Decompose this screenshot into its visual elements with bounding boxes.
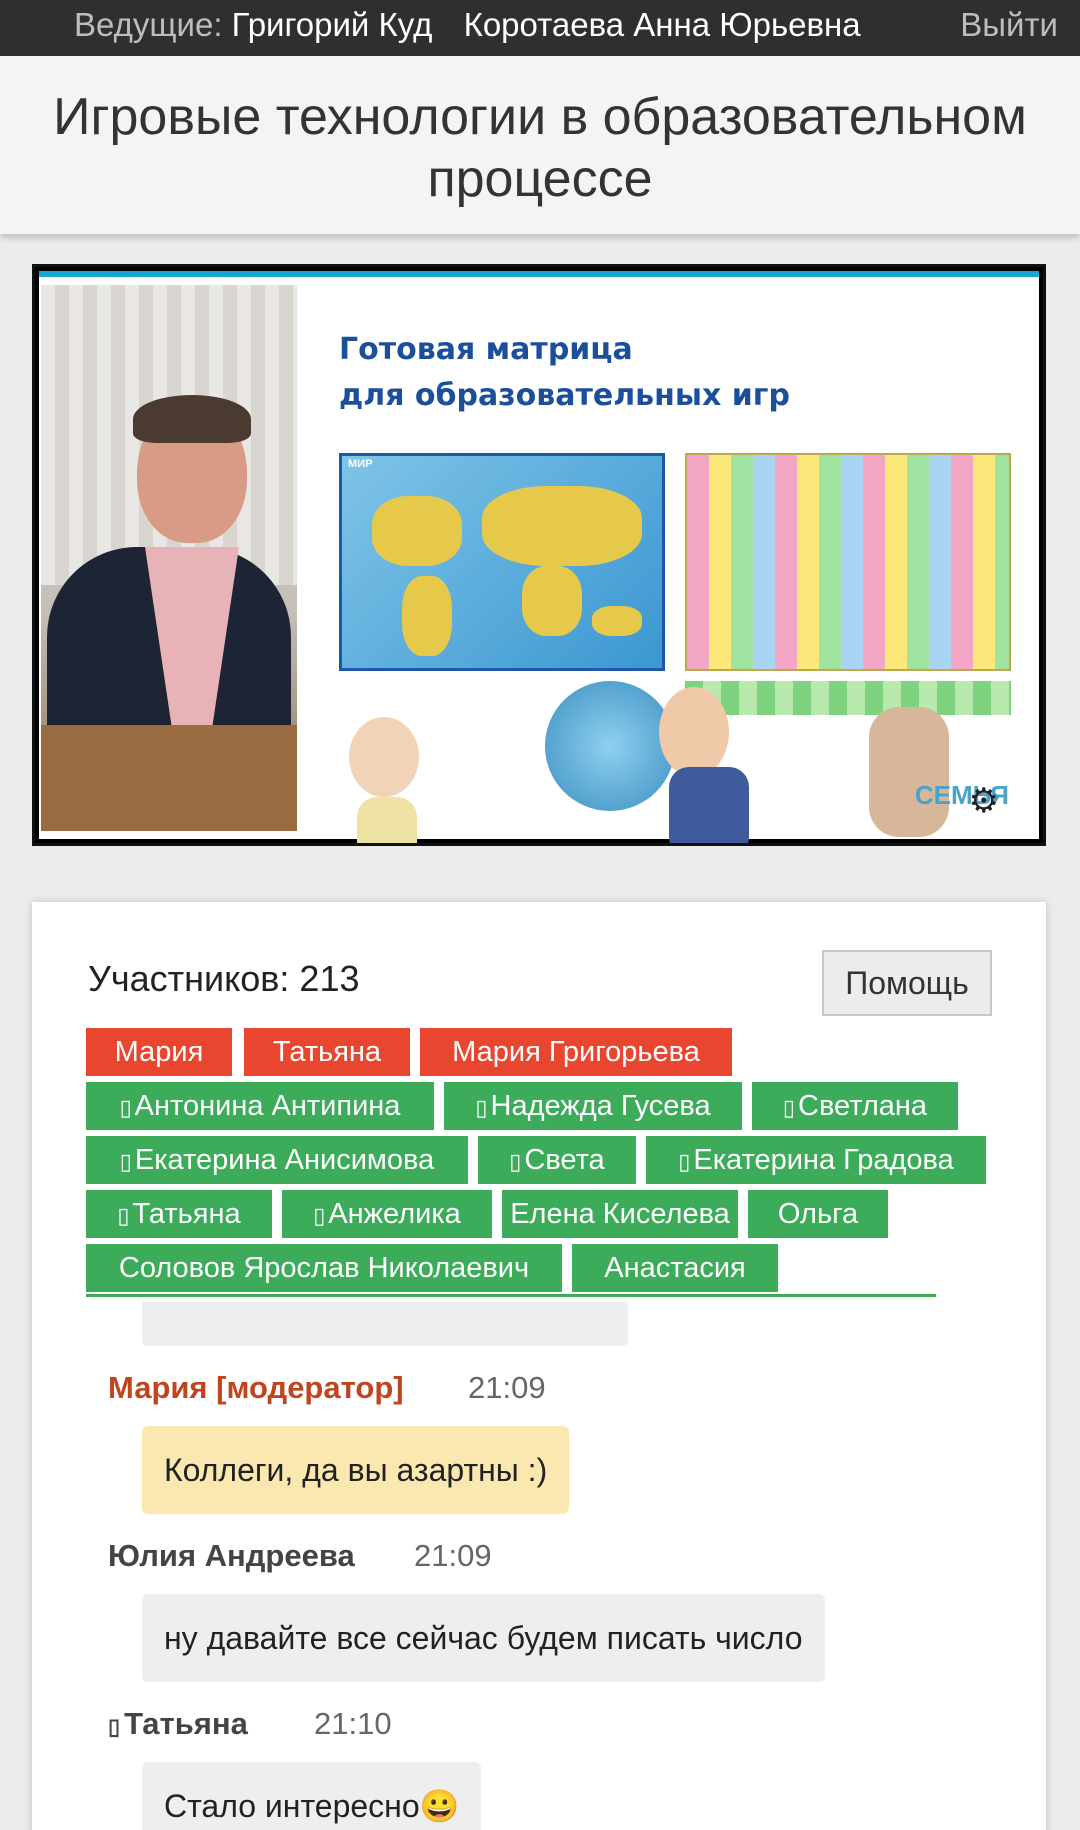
mobile-phone-icon: ▯ (509, 1149, 522, 1174)
mobile-phone-icon: ▯ (119, 1095, 132, 1120)
message-bubble: ну давайте все сейчас будем писать число (142, 1594, 825, 1682)
participant-name: Мария (114, 1036, 204, 1068)
participant-name: Анастасия (604, 1252, 746, 1284)
participant-name: Анжелика (328, 1198, 461, 1230)
mobile-phone-icon: ▯ (108, 1714, 121, 1739)
slide-title-line-1: Готовая матрица (339, 332, 633, 367)
participant-chip[interactable]: Елена Киселева (502, 1190, 738, 1238)
mobile-phone-icon: ▯ (313, 1203, 326, 1228)
participant-name: Татьяна (272, 1036, 382, 1068)
participant-name: Татьяна (132, 1198, 241, 1230)
hosts-line: Ведущие: Григорий Куд Коротаева Анна Юрь… (74, 6, 861, 44)
participant-name: Мария Григорьева (452, 1036, 700, 1068)
participant-name: Надежда Гусева (490, 1090, 711, 1122)
participant-name: Светлана (798, 1090, 928, 1122)
message-time: 21:09 (468, 1370, 546, 1405)
mobile-phone-icon: ▯ (117, 1203, 130, 1228)
periodic-table-footer (685, 681, 1011, 715)
presenter-video (41, 285, 297, 831)
participants-chat-panel: Участников: 213 Помощь Мария Татьяна Мар… (32, 902, 1046, 1830)
top-bar: Ведущие: Григорий Куд Коротаева Анна Юрь… (0, 0, 1080, 56)
message-author: Мария [модератор] (108, 1370, 404, 1405)
participant-chip[interactable]: Соловов Ярослав Николаевич (86, 1244, 562, 1292)
participant-chip[interactable]: Татьяна (244, 1028, 410, 1076)
map-label: МИР (348, 458, 373, 470)
cartoon-scientist-left (349, 717, 419, 797)
message-author: Юлия Андреева (108, 1538, 355, 1573)
participant-chip[interactable]: Мария Григорьева (420, 1028, 732, 1076)
page-title: Игровые технологии в образовательном про… (0, 56, 1080, 210)
participant-name: Соловов Ярослав Николаевич (118, 1252, 530, 1284)
globe-image (545, 681, 675, 811)
message-bubble: Стало интересно😀 (142, 1762, 482, 1830)
cartoon-professor-body (669, 767, 749, 843)
participant-name: Елена Киселева (510, 1198, 730, 1230)
mobile-phone-icon: ▯ (782, 1095, 796, 1120)
cartoon-mendeleev (869, 707, 949, 837)
page-title-line-2: процессе (427, 150, 653, 208)
chat-messages[interactable]: Мария [модератор] 21:09 Коллеги, да вы а… (32, 1302, 1046, 1830)
page-title-line-1: Игровые технологии в образовательном (53, 88, 1027, 146)
message-author-row: ▯ Татьяна (108, 1706, 248, 1742)
participant-chip[interactable]: ▯ Антонина Антипина (86, 1082, 434, 1130)
participant-name: Екатерина Градова (693, 1144, 954, 1176)
video-player[interactable]: Готовая матрица для образовательных игр … (32, 264, 1046, 846)
cartoon-scientist-body (357, 797, 417, 843)
participant-name: Екатерина Анисимова (134, 1144, 435, 1176)
participant-chip[interactable]: ▯ Светлана (752, 1082, 958, 1130)
participants-count: Участников: 213 (88, 958, 360, 999)
chat-bubble-partial (142, 1302, 628, 1346)
hosts-label: Ведущие: (74, 6, 223, 43)
participant-name: Света (524, 1144, 605, 1176)
participant-chip[interactable]: Мария (86, 1028, 232, 1076)
periodic-table-image (685, 453, 1011, 671)
logout-link[interactable]: Выйти (960, 6, 1058, 44)
participant-chip[interactable]: ▯ Надежда Гусева (444, 1082, 742, 1130)
participant-chip[interactable]: ▯ Света (478, 1136, 636, 1184)
message-time: 21:10 (314, 1706, 392, 1741)
host-name-1: Григорий Куд (231, 6, 433, 43)
participant-chip[interactable]: ▯ Татьяна (86, 1190, 272, 1238)
world-map-image: МИР (339, 453, 665, 671)
page-header: Игровые технологии в образовательном про… (0, 56, 1080, 234)
participant-chip[interactable]: ▯ Екатерина Градова (646, 1136, 986, 1184)
message-time: 21:09 (414, 1538, 492, 1573)
participant-name: Ольга (777, 1198, 859, 1230)
mobile-phone-icon: ▯ (119, 1149, 132, 1174)
message-bubble: Коллеги, да вы азартны :) (142, 1426, 570, 1514)
slide-title: Готовая матрица для образовательных игр (339, 327, 790, 419)
help-button[interactable]: Помощь (822, 950, 992, 1016)
participant-chip[interactable]: Ольга (748, 1190, 888, 1238)
participants-list-divider (86, 1294, 936, 1298)
gear-icon[interactable]: ⚙ (969, 781, 999, 821)
mobile-phone-icon: ▯ (678, 1149, 691, 1174)
host-name-2: Коротаева Анна Юрьевна (463, 6, 861, 43)
cartoon-professor (659, 687, 729, 777)
participant-chip[interactable]: ▯ Анжелика (282, 1190, 492, 1238)
message-author: Татьяна (124, 1706, 248, 1741)
participant-chip[interactable]: Анастасия (572, 1244, 778, 1292)
slide-title-line-2: для образовательных игр (339, 378, 790, 413)
participant-chip[interactable]: ▯ Екатерина Анисимова (86, 1136, 468, 1184)
participant-name: Антонина Антипина (134, 1090, 401, 1122)
mobile-phone-icon: ▯ (475, 1095, 488, 1120)
